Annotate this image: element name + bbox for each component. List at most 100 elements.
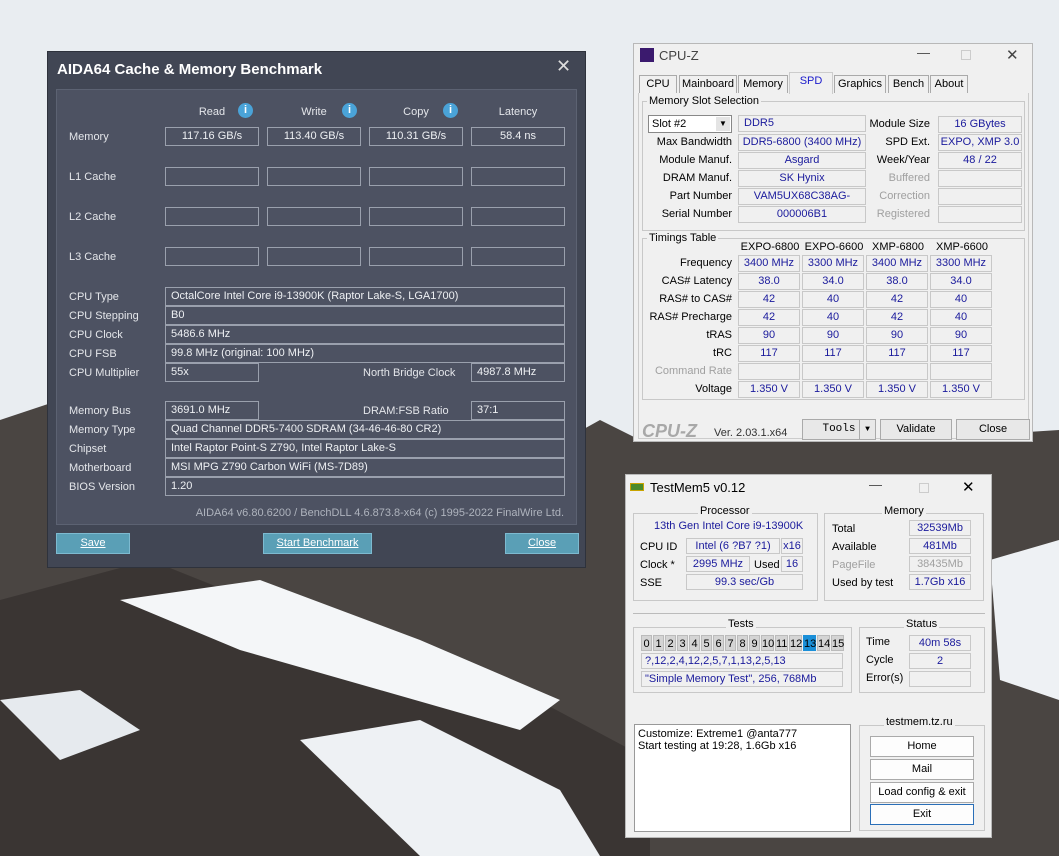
- timing-label: Voltage: [695, 383, 732, 395]
- minimize-icon[interactable]: —: [869, 477, 882, 492]
- test-1-indicator: 1: [653, 635, 664, 651]
- timing-value: 3300 MHz: [802, 255, 864, 272]
- timing-value: 117: [930, 345, 992, 362]
- close-icon[interactable]: ✕: [556, 56, 571, 77]
- test-10-indicator: 10: [761, 635, 774, 651]
- pagefile-value: 38435Mb: [909, 556, 971, 572]
- label: Memory Bus: [69, 405, 131, 417]
- home-button[interactable]: Home: [870, 736, 974, 757]
- timing-label: tRC: [713, 347, 732, 359]
- label: DRAM:FSB Ratio: [363, 405, 449, 417]
- timing-value: 40: [802, 291, 864, 308]
- validate-button[interactable]: Validate: [880, 419, 952, 440]
- label: CPU Clock: [69, 329, 123, 341]
- slot-select[interactable]: Slot #2 ▼: [648, 115, 732, 133]
- info-icon[interactable]: i: [342, 103, 357, 118]
- field-label: Buffered: [888, 172, 930, 184]
- label: Used by test: [832, 577, 894, 589]
- window-title: TestMem5 v0.12: [650, 480, 746, 495]
- timing-value: 34.0: [930, 273, 992, 290]
- exit-button[interactable]: Exit: [870, 804, 974, 825]
- timing-value: 40: [802, 309, 864, 326]
- benchmark-value: [267, 247, 361, 266]
- timing-value: 90: [802, 327, 864, 344]
- mail-button[interactable]: Mail: [870, 759, 974, 780]
- field-value: 48 / 22: [938, 152, 1022, 169]
- current-test: "Simple Memory Test", 256, 768Mb: [641, 671, 843, 687]
- tools-button[interactable]: Tools ▼: [802, 419, 876, 440]
- start-benchmark-button[interactable]: Start Benchmark: [263, 533, 372, 554]
- timing-value: [866, 363, 928, 380]
- chevron-down-icon: ▼: [859, 420, 875, 439]
- timing-value: 38.0: [738, 273, 800, 290]
- label: CPU ID: [640, 541, 678, 553]
- memory-type: DDR5: [738, 115, 866, 132]
- timing-value: 3400 MHz: [866, 255, 928, 272]
- group-label: Status: [904, 618, 940, 630]
- timing-label: RAS# Precharge: [649, 311, 732, 323]
- profile-header: EXPO-6600: [804, 241, 864, 253]
- info-icon[interactable]: i: [238, 103, 253, 118]
- field-value: [938, 206, 1022, 223]
- test-0-indicator: 0: [641, 635, 652, 651]
- log-textarea[interactable]: Customize: Extreme1 @anta777 Start testi…: [634, 724, 851, 832]
- cpu-z-window: CPU-Z — ✕ CPU Mainboard Memory SPD Graphics B…: [633, 43, 1033, 442]
- timing-value: 117: [738, 345, 800, 362]
- tab-bench[interactable]: Bench: [888, 75, 929, 93]
- group-label: Memory: [882, 505, 926, 517]
- info-icon[interactable]: i: [443, 103, 458, 118]
- test-13-indicator: 13: [803, 635, 816, 651]
- maximize-icon[interactable]: [961, 50, 971, 60]
- timing-value: [802, 363, 864, 380]
- memory-bus-value: 3691.0 MHz: [165, 401, 259, 420]
- benchmark-value: [267, 207, 361, 226]
- close-button[interactable]: Close: [505, 533, 579, 554]
- save-button[interactable]: Save: [56, 533, 130, 554]
- load-config-exit-button[interactable]: Load config & exit: [870, 782, 974, 803]
- slot-value: Slot #2: [652, 118, 687, 130]
- divider: [633, 613, 985, 614]
- log-line: Customize: Extreme1 @anta777: [638, 728, 798, 740]
- timing-value: 90: [866, 327, 928, 344]
- site-label: testmem.tz.ru: [884, 716, 955, 728]
- field-label: Week/Year: [876, 154, 930, 166]
- tab-memory[interactable]: Memory: [738, 75, 788, 93]
- test-12-indicator: 12: [789, 635, 802, 651]
- field-label: Module Manuf.: [659, 154, 732, 166]
- benchmark-value: [267, 167, 361, 186]
- tab-about[interactable]: About: [930, 75, 968, 93]
- tab-mainboard[interactable]: Mainboard: [679, 75, 737, 93]
- field-label: Max Bandwidth: [656, 136, 732, 148]
- cpuz-logo: CPU-Z: [642, 421, 697, 441]
- benchmark-value: [369, 207, 463, 226]
- group-label: Memory Slot Selection: [647, 95, 762, 107]
- field-label: SPD Ext.: [885, 136, 930, 148]
- timing-value: 40: [930, 291, 992, 308]
- close-button[interactable]: Close: [956, 419, 1030, 440]
- field-value: [938, 170, 1022, 187]
- close-icon[interactable]: ✕: [962, 478, 975, 496]
- window-title: CPU-Z: [659, 48, 699, 63]
- tab-graphics[interactable]: Graphics: [834, 75, 886, 93]
- label: CPU Type: [69, 291, 119, 303]
- minimize-icon[interactable]: —: [917, 45, 930, 60]
- benchmark-value: [471, 167, 565, 186]
- benchmark-value: [165, 247, 259, 266]
- ram-icon: [630, 483, 644, 491]
- tab-cpu[interactable]: CPU: [639, 75, 677, 93]
- profile-header: XMP-6800: [872, 241, 924, 253]
- label: Total: [832, 523, 856, 535]
- group-label: Tests: [726, 618, 756, 630]
- label: Available: [832, 541, 877, 553]
- errors-value: [909, 671, 971, 687]
- time-value: 40m 58s: [909, 635, 971, 651]
- field-label: Registered: [876, 208, 930, 220]
- close-icon[interactable]: ✕: [1006, 46, 1019, 64]
- cpu-stepping-value: B0: [165, 306, 565, 325]
- tab-spd[interactable]: SPD: [789, 72, 833, 94]
- field-label: Serial Number: [661, 208, 732, 220]
- maximize-icon[interactable]: [919, 483, 929, 493]
- test-sequence: ?,12,2,4,12,2,5,7,1,13,2,5,13: [641, 653, 843, 669]
- field-value: 16 GBytes: [938, 116, 1022, 133]
- test-15-indicator: 15: [831, 635, 844, 651]
